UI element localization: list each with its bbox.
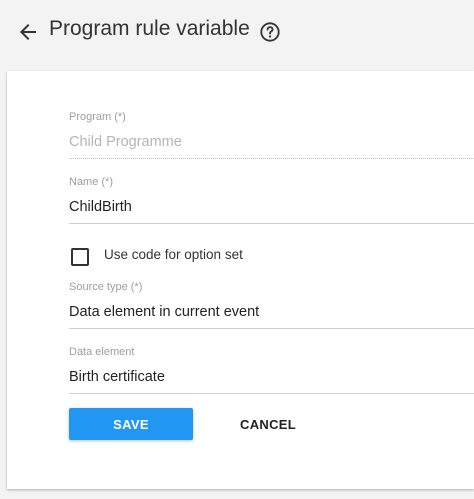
page-title: Program rule variable [49, 17, 250, 40]
page-header: Program rule variable [0, 0, 474, 64]
name-input[interactable]: ChildBirth [69, 199, 474, 217]
program-field: Program (*) Child Programme [69, 111, 474, 159]
help-circle-icon[interactable] [259, 21, 281, 43]
data-element-underline [69, 393, 474, 394]
program-underline [69, 158, 474, 159]
data-element-label: Data element [69, 346, 135, 358]
name-label: Name (*) [69, 176, 114, 188]
program-value: Child Programme [69, 134, 182, 150]
data-element-select[interactable]: Birth certificate [69, 369, 474, 387]
form-card: Program (*) Child Programme Name (*) Chi… [7, 71, 474, 489]
source-type-underline [69, 328, 474, 329]
program-label: Program (*) [69, 111, 126, 123]
use-code-checkbox-label[interactable]: Use code for option set [104, 247, 243, 262]
source-type-label: Source type (*) [69, 281, 143, 293]
arrow-left-icon[interactable] [16, 20, 40, 44]
name-field[interactable]: Name (*) ChildBirth [69, 176, 474, 224]
cancel-button[interactable]: CANCEL [229, 408, 307, 440]
name-underline [69, 223, 474, 224]
use-code-checkbox[interactable] [71, 248, 89, 266]
source-type-select[interactable]: Data element in current event [69, 304, 474, 322]
source-type-field[interactable]: Source type (*) Data element in current … [69, 281, 474, 329]
data-element-field[interactable]: Data element Birth certificate [69, 346, 474, 394]
save-button[interactable]: SAVE [69, 408, 193, 440]
